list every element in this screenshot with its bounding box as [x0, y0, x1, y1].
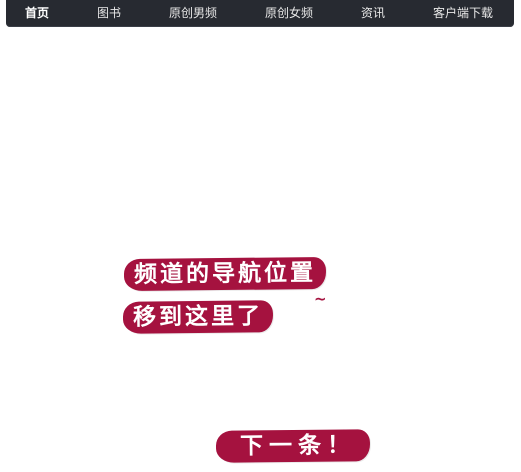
nav-item-books[interactable]: 图书 — [97, 0, 121, 27]
nav-item-original-female[interactable]: 原创女频 — [265, 0, 313, 27]
tip-line-1: 频道的导航位置 — [123, 256, 327, 292]
nav-item-client-download[interactable]: 客户端下载 — [433, 0, 493, 27]
nav-item-news[interactable]: 资讯 — [361, 0, 385, 27]
tip-line-2: 移到这里了 — [122, 300, 274, 334]
nav-item-home[interactable]: 首页 — [25, 0, 49, 27]
next-tip-button[interactable]: 下一条！ — [215, 429, 371, 463]
channel-nav-bar: 首页 图书 原创男频 原创女频 资讯 客户端下载 — [6, 0, 514, 27]
tip-tilde: ~ — [314, 290, 327, 308]
nav-item-original-male[interactable]: 原创男频 — [169, 0, 217, 27]
